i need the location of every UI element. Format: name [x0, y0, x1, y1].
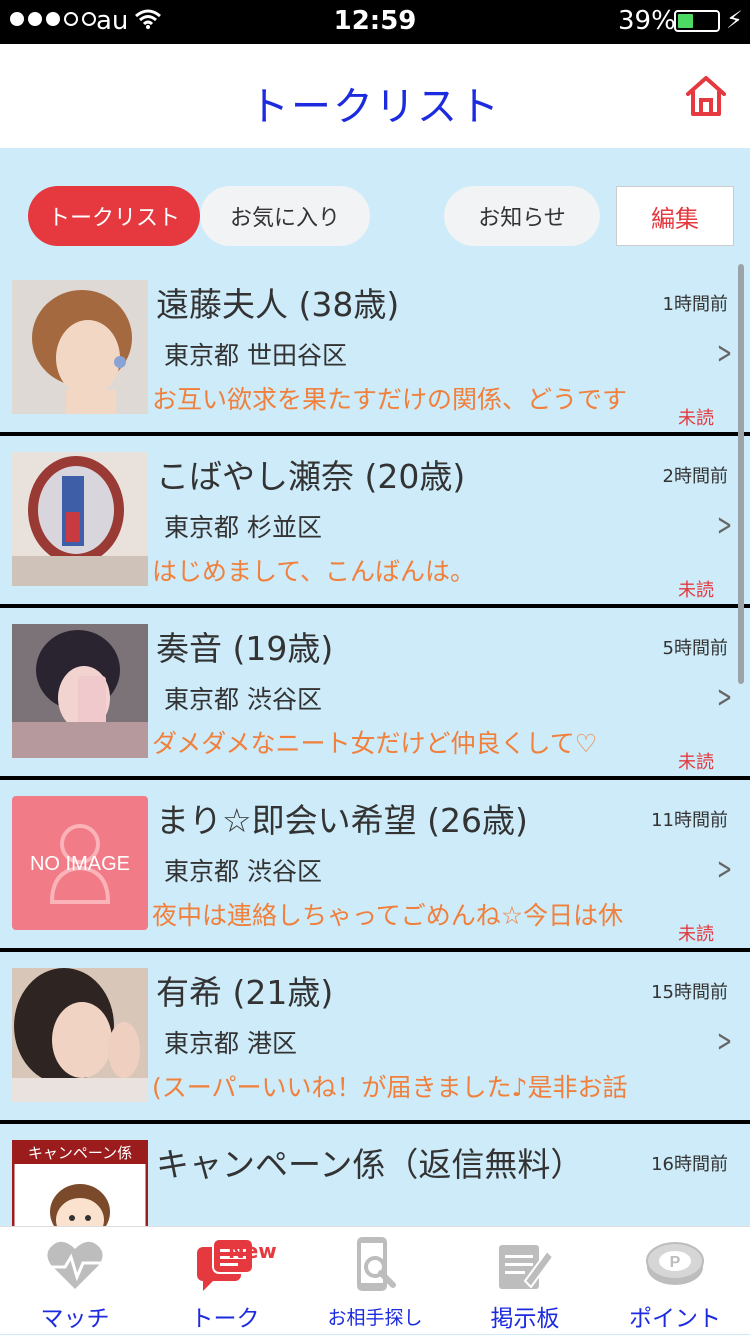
- user-location: 東京都 世田谷区: [164, 341, 347, 370]
- bottom-tab-bar: マッチ トーク New お相手探し 掲示板 P ポイント: [0, 1226, 750, 1334]
- timestamp: 2時間前: [662, 466, 728, 487]
- avatar: [12, 452, 148, 586]
- talk-list: 遠藤夫人 (38歳) 1時間前 東京都 世田谷区 > お互い欲求を果たすだけの関…: [0, 264, 750, 1226]
- unread-badge: 未読: [678, 752, 714, 773]
- tab-talk-list[interactable]: トークリスト: [28, 186, 200, 246]
- avatar-placeholder: NO IMAGE: [12, 796, 148, 930]
- tab-board[interactable]: 掲示板: [450, 1227, 600, 1335]
- chevron-right-icon: >: [717, 680, 733, 715]
- avatar: [12, 624, 148, 758]
- user-name: キャンペーン係（返信無料）: [156, 1145, 584, 1184]
- timestamp: 1時間前: [662, 294, 728, 315]
- unread-badge: 未読: [678, 408, 714, 429]
- tab-search-label: お相手探し: [327, 1307, 423, 1329]
- list-item[interactable]: 奏音 (19歳) 5時間前 東京都 渋谷区 > ダメダメなニート女だけど仲良くし…: [0, 608, 750, 780]
- chevron-right-icon: >: [717, 336, 733, 371]
- tab-points[interactable]: P ポイント: [600, 1227, 750, 1335]
- user-location: 東京都 港区: [164, 1029, 297, 1058]
- campaign-label: キャンペーン係: [28, 1144, 132, 1162]
- avatar: [12, 968, 148, 1102]
- svg-text:P: P: [670, 1254, 681, 1271]
- edit-button[interactable]: 編集: [616, 186, 734, 246]
- user-location: 東京都 渋谷区: [164, 685, 322, 714]
- no-image-label: NO IMAGE: [30, 853, 130, 875]
- message-preview: お互い欲求を果たすだけの関係、どうです: [152, 385, 628, 414]
- new-badge: New: [228, 1239, 277, 1263]
- segment-bar: トークリスト お気に入り お知らせ 編集: [0, 148, 750, 264]
- tab-search[interactable]: お相手探し: [300, 1227, 450, 1335]
- home-icon[interactable]: [682, 72, 730, 120]
- chevron-right-icon: >: [717, 508, 733, 543]
- list-item[interactable]: キャンペーン係 キャンペーン係（返信無料） 16時間前 >: [0, 1124, 750, 1226]
- timestamp: 11時間前: [651, 810, 728, 831]
- user-location: 東京都 杉並区: [164, 513, 322, 542]
- unread-badge: 未読: [678, 924, 714, 945]
- user-name: まり☆即会い希望 (26歳): [156, 801, 528, 840]
- message-preview: はじめまして、こんばんは。: [152, 557, 476, 586]
- board-pencil-icon: [499, 1245, 555, 1289]
- heartbeat-icon: [47, 1241, 103, 1289]
- scrollbar[interactable]: [738, 264, 744, 684]
- user-location: 東京都 渋谷区: [164, 857, 322, 886]
- list-item[interactable]: 遠藤夫人 (38歳) 1時間前 東京都 世田谷区 > お互い欲求を果たすだけの関…: [0, 264, 750, 436]
- status-bar: au 12:59 39% ⚡: [0, 0, 750, 44]
- user-name: 遠藤夫人 (38歳): [156, 285, 400, 324]
- chevron-right-icon: >: [717, 852, 733, 887]
- header: トークリスト: [0, 44, 750, 148]
- user-name: 有希 (21歳): [156, 973, 334, 1012]
- tab-match[interactable]: マッチ: [0, 1227, 150, 1335]
- timestamp: 16時間前: [651, 1154, 728, 1175]
- tab-favorites[interactable]: お気に入り: [200, 186, 370, 246]
- charging-icon: ⚡: [726, 6, 743, 34]
- chevron-right-icon: >: [717, 1024, 733, 1059]
- unread-badge: 未読: [678, 580, 714, 601]
- message-preview: 夜中は連絡しちゃってごめんね☆今日は休: [152, 901, 624, 930]
- message-preview: (スーパーいいね！が届きました♪是非お話: [152, 1073, 628, 1102]
- battery-icon: [674, 10, 720, 32]
- tab-notices[interactable]: お知らせ: [444, 186, 600, 246]
- page-title: トークリスト: [249, 84, 501, 130]
- timestamp: 15時間前: [651, 982, 728, 1003]
- tab-talk-label: トーク: [190, 1306, 260, 1332]
- tab-talk[interactable]: トーク: [150, 1227, 300, 1335]
- user-name: 奏音 (19歳): [156, 629, 334, 668]
- battery-percent: 39%: [618, 6, 676, 36]
- tab-match-label: マッチ: [40, 1306, 110, 1332]
- tab-board-label: 掲示板: [490, 1306, 560, 1332]
- list-item[interactable]: こばやし瀬奈 (20歳) 2時間前 東京都 杉並区 > はじめまして、こんばんは…: [0, 436, 750, 608]
- list-item[interactable]: NO IMAGE まり☆即会い希望 (26歳) 11時間前 東京都 渋谷区 > …: [0, 780, 750, 952]
- timestamp: 5時間前: [662, 638, 728, 659]
- message-preview: ダメダメなニート女だけど仲良くして♡: [152, 729, 598, 758]
- phone-search-icon: [357, 1237, 396, 1291]
- list-item[interactable]: 有希 (21歳) 15時間前 東京都 港区 > (スーパーいいね！が届きました♪…: [0, 952, 750, 1124]
- tab-points-label: ポイント: [629, 1306, 721, 1332]
- avatar: [12, 280, 148, 414]
- point-coin-icon: P: [646, 1242, 704, 1285]
- user-name: こばやし瀬奈 (20歳): [156, 457, 466, 496]
- avatar: キャンペーン係: [12, 1140, 148, 1226]
